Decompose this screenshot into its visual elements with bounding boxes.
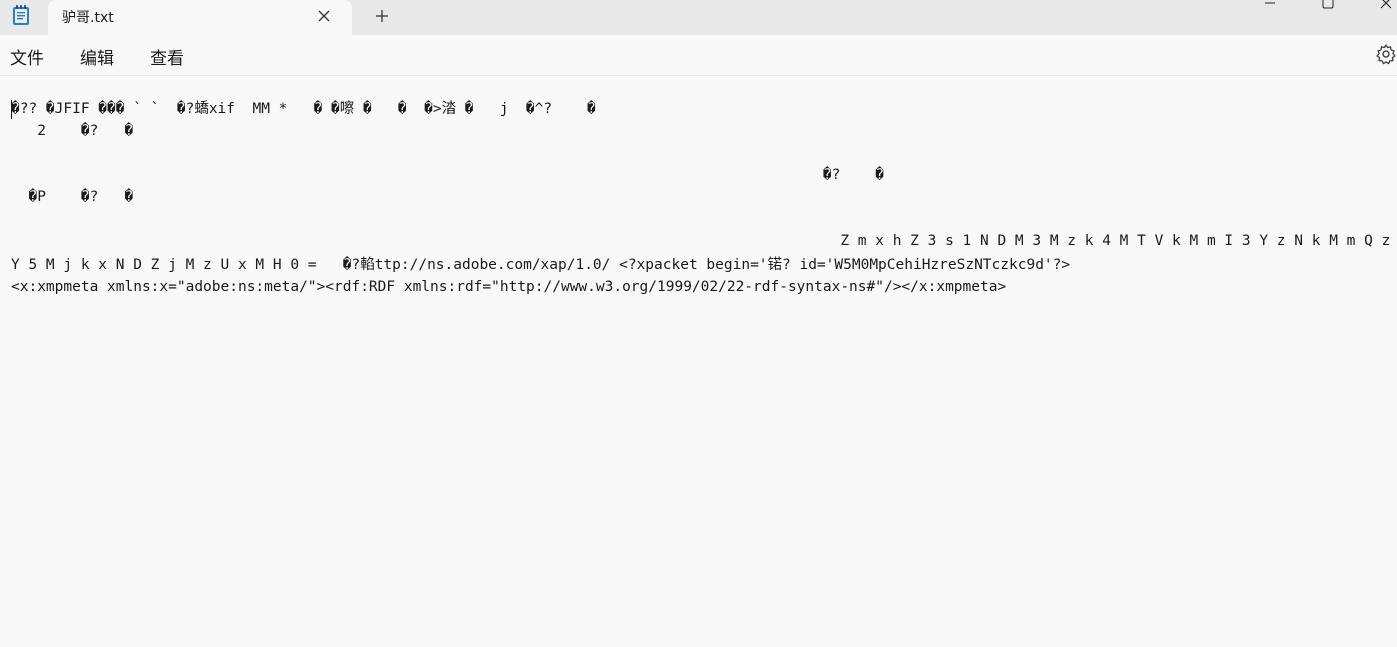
menu-bar: 文件 编辑 查看: [0, 35, 1397, 76]
minimize-icon[interactable]: [1250, 0, 1290, 14]
menu-edit[interactable]: 编辑: [80, 44, 114, 69]
text-line: 2 �? �: [11, 123, 134, 139]
close-tab-icon[interactable]: [314, 6, 334, 26]
plus-icon[interactable]: [372, 6, 392, 26]
title-bar: 驴哥.txt: [0, 0, 1397, 35]
text-line: Z m x h Z 3 s 1 N D M 3 M z k 4 M T V k …: [11, 233, 1397, 249]
text-editor[interactable]: �?? �JFIF ��� ` ` �?蟜xif MM * � �嚓 � � �…: [0, 76, 1397, 647]
close-window-icon[interactable]: [1366, 0, 1397, 14]
notepad-icon: [13, 5, 29, 25]
text-line: Y 5 M j k x N D Z j M z U x M H 0 = �?輡t…: [11, 257, 1071, 273]
gear-icon[interactable]: [1375, 43, 1397, 65]
notepad-window: 驴哥.txt 文件 编辑 查看 �?? �JFIF ��� ` ` �?蟜xif…: [0, 0, 1397, 647]
text-line: �?? �JFIF ��� ` ` �?蟜xif MM * � �嚓 � � �…: [11, 101, 596, 117]
tab-document[interactable]: 驴哥.txt: [48, 0, 352, 35]
text-line: �P �? �: [11, 189, 134, 205]
maximize-icon[interactable]: [1308, 0, 1348, 14]
menu-file[interactable]: 文件: [10, 44, 44, 69]
text-line: �? �: [11, 167, 884, 183]
tab-title: 驴哥.txt: [62, 10, 114, 26]
text-line: <x:xmpmeta xmlns:x="adobe:ns:meta/"><rdf…: [11, 279, 1007, 295]
menu-view[interactable]: 查看: [150, 44, 184, 69]
